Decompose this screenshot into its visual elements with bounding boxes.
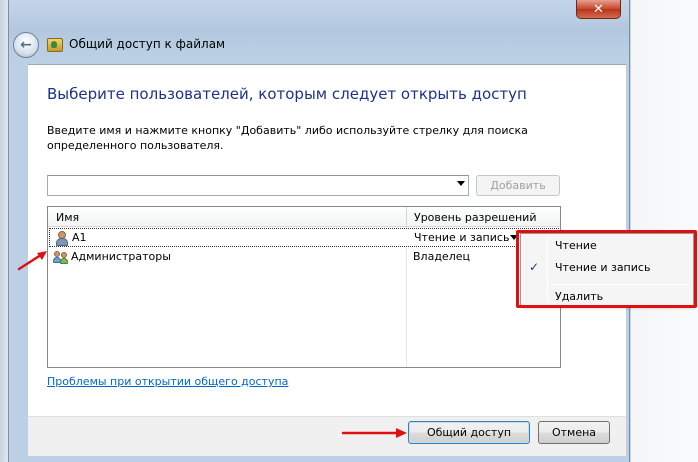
window-title: Общий доступ к файлам (69, 37, 226, 51)
annotation-highlight-box (516, 230, 697, 308)
title-bar: ← Общий доступ к файлам (9, 28, 629, 64)
button-bar: Общий доступ Отмена (28, 416, 626, 456)
annotation-arrow-icon (17, 251, 47, 271)
column-header-name[interactable]: Имя (56, 211, 79, 224)
dropdown-arrow-icon[interactable] (457, 181, 465, 186)
close-button[interactable]: ✕ (576, 0, 621, 19)
users-group-icon (53, 250, 69, 264)
annotation-arrow-icon (341, 428, 407, 438)
row-permission: Владелец (413, 250, 470, 263)
instruction-text: Введите имя и нажмите кнопку "Добавить" … (47, 124, 528, 152)
back-arrow-icon: ← (20, 37, 32, 53)
users-list: Имя Уровень разрешений A1 Чтение и запис… (47, 206, 561, 368)
row-user-name: A1 (72, 231, 87, 244)
column-header-permission[interactable]: Уровень разрешений (414, 211, 536, 224)
table-row[interactable]: Администраторы Владелец (49, 248, 559, 267)
user-name-combobox[interactable] (47, 175, 469, 196)
row-user-name: Администраторы (71, 250, 171, 263)
close-icon: ✕ (593, 1, 604, 17)
user-icon (54, 231, 68, 246)
background-left-edge (0, 0, 8, 462)
sharing-problems-link[interactable]: Проблемы при открытии общего доступа (47, 375, 288, 388)
page-heading: Выберите пользователей, которым следует … (47, 85, 527, 103)
column-separator[interactable] (406, 207, 407, 227)
back-button[interactable]: ← (13, 32, 39, 58)
row-permission[interactable]: Чтение и запись (414, 231, 509, 244)
file-sharing-icon (47, 38, 63, 52)
add-button[interactable]: Добавить (476, 175, 560, 196)
table-row[interactable]: A1 Чтение и запись (49, 228, 559, 247)
share-button[interactable]: Общий доступ (408, 421, 530, 444)
list-header: Имя Уровень разрешений (48, 207, 560, 227)
cancel-button[interactable]: Отмена (538, 421, 610, 444)
